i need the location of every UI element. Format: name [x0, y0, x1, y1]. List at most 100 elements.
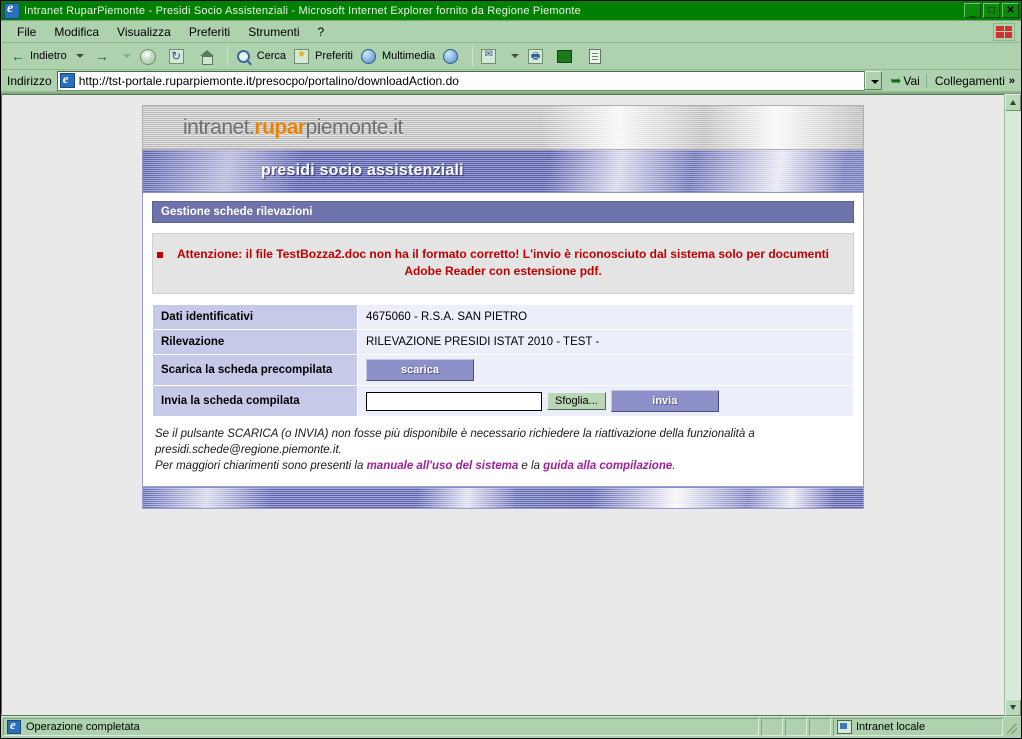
record-table: Dati identificativi 4675060 - R.S.A. SAN…	[152, 304, 854, 417]
media-icon	[360, 48, 379, 65]
search-button[interactable]: Cerca	[232, 45, 290, 67]
back-history-dropdown-icon[interactable]	[75, 54, 84, 58]
help-notes: Se il pulsante SCARICA (o INVIA) non fos…	[152, 426, 854, 474]
links-button[interactable]: Collegamenti »	[925, 73, 1019, 88]
forward-button[interactable]: →	[89, 45, 118, 67]
row-value-rilevazione: RILEVAZIONE PRESIDI ISTAT 2010 - TEST -	[357, 329, 854, 355]
menu-item-help[interactable]: ?	[309, 23, 334, 41]
logo-brand: rupar	[254, 115, 306, 139]
chevron-down-icon[interactable]	[865, 71, 883, 90]
alert-message-box: Attenzione: il file TestBozza2.doc non h…	[152, 233, 854, 294]
back-button[interactable]: ← Indietro	[5, 45, 71, 67]
status-panel-1	[761, 718, 783, 736]
resize-grip[interactable]	[1005, 718, 1019, 736]
messenger-icon	[557, 48, 575, 65]
table-row: Invia la scheda compilata Sfoglia... inv…	[152, 385, 854, 417]
menu-item-preferiti[interactable]: Preferiti	[180, 23, 239, 41]
arrow-right-icon: →	[94, 47, 109, 64]
favorites-button-label: Preferiti	[315, 50, 353, 62]
download-button[interactable]: scarica	[366, 359, 474, 381]
scroll-down-icon[interactable]	[1005, 699, 1021, 716]
scrollbar-track[interactable]	[1005, 111, 1021, 699]
media-button-label: Multimedia	[381, 50, 436, 62]
history-button[interactable]	[439, 45, 468, 67]
note-line-3-post: .	[672, 460, 676, 472]
chevron-double-right-icon: »	[1008, 74, 1015, 87]
note-line-2: presidi.schede@regione.piemonte.it.	[155, 444, 342, 456]
ie-page-icon	[59, 71, 75, 88]
alert-message-text: Attenzione: il file TestBozza2.doc non h…	[176, 247, 830, 278]
menu-item-strumenti[interactable]: Strumenti	[239, 23, 308, 41]
site-logo: intranet.ruparpiemonte.it	[183, 116, 403, 140]
vertical-scrollbar[interactable]	[1004, 94, 1021, 716]
maximize-button[interactable]: □	[983, 3, 1000, 18]
address-url-text: http://tst-portale.ruparpiemonte.it/pres…	[78, 73, 459, 88]
browser-window: Intranet RuparPiemonte - Presidi Socio A…	[0, 0, 1022, 739]
scroll-up-icon[interactable]	[1005, 94, 1021, 111]
ie-logo-icon	[4, 1, 20, 19]
submit-button[interactable]: invia	[610, 390, 719, 412]
security-zone-panel[interactable]: Intranet locale	[833, 718, 1003, 736]
messenger-button[interactable]	[553, 45, 582, 67]
go-arrow-icon: ➥	[890, 72, 902, 88]
close-button[interactable]: ✕	[1002, 3, 1019, 18]
address-input[interactable]: http://tst-portale.ruparpiemonte.it/pres…	[56, 70, 866, 91]
page-content: Gestione schede rilevazioni Attenzione: …	[142, 193, 864, 487]
home-icon	[198, 48, 216, 65]
table-row: Rilevazione RILEVAZIONE PRESIDI ISTAT 20…	[152, 329, 854, 355]
mail-button[interactable]	[477, 45, 506, 67]
browser-viewport: intranet.ruparpiemonte.it presidi socio …	[1, 93, 1021, 716]
row-value-invia: Sfoglia... invia	[357, 385, 854, 417]
row-label-rilevazione: Rilevazione	[152, 329, 358, 355]
close-icon: ✕	[1006, 5, 1015, 16]
row-label-dati-identificativi: Dati identificativi	[152, 304, 358, 330]
menu-item-modifica[interactable]: Modifica	[45, 23, 108, 41]
table-row: Dati identificativi 4675060 - R.S.A. SAN…	[152, 304, 854, 330]
arrow-left-icon: ←	[11, 47, 25, 64]
page-content-area: intranet.ruparpiemonte.it presidi socio …	[1, 94, 1004, 716]
window-controls: _ □ ✕	[964, 3, 1019, 18]
browse-button[interactable]: Sfoglia...	[547, 392, 606, 410]
window-title: Intranet RuparPiemonte - Presidi Socio A…	[24, 4, 581, 17]
menu-item-file[interactable]: File	[8, 23, 45, 41]
status-message: Operazione completata	[26, 721, 140, 733]
web-page: intranet.ruparpiemonte.it presidi socio …	[142, 105, 864, 509]
note-line-3: Per maggiori chiarimenti sono presenti l…	[155, 458, 854, 474]
logo-prefix: intranet.	[183, 115, 255, 139]
minimize-button[interactable]: _	[964, 3, 981, 18]
intranet-zone-icon	[837, 720, 852, 734]
row-value-scarica: scarica	[357, 354, 854, 386]
status-bar: Operazione completata Intranet locale	[1, 716, 1021, 738]
status-panel-3	[809, 718, 831, 736]
go-button[interactable]: ➥ Vai	[882, 73, 925, 89]
go-button-label: Vai	[903, 73, 920, 88]
favorites-button[interactable]: Preferiti	[290, 45, 357, 67]
guide-link[interactable]: guida alla compilazione	[543, 460, 672, 472]
section-header: Gestione schede rilevazioni	[152, 201, 854, 223]
edit-button[interactable]	[582, 45, 611, 67]
manual-link[interactable]: manuale all'uso del sistema	[367, 460, 519, 472]
history-globe-icon	[443, 48, 461, 65]
search-icon	[236, 48, 254, 65]
media-button[interactable]: Multimedia	[357, 45, 439, 67]
square-bullet-icon	[157, 252, 163, 258]
forward-history-dropdown-icon	[122, 54, 131, 58]
printer-icon	[528, 48, 546, 66]
table-row: Scarica la scheda precompilata scarica	[152, 354, 854, 386]
status-message-panel: Operazione completata	[3, 717, 759, 736]
site-logo-banner: intranet.ruparpiemonte.it	[142, 105, 864, 150]
file-path-input[interactable]	[366, 391, 542, 411]
mail-icon	[481, 48, 499, 65]
alert-message: Attenzione: il file TestBozza2.doc non h…	[157, 246, 833, 280]
toolbar-separator-2	[472, 46, 474, 66]
stop-button[interactable]	[136, 45, 165, 67]
page-title: presidi socio assistenziali	[261, 162, 464, 179]
note-line-1: Se il pulsante SCARICA (o INVIA) non fos…	[155, 428, 755, 440]
home-button[interactable]	[194, 45, 223, 67]
search-button-label: Cerca	[256, 50, 287, 62]
print-button[interactable]	[524, 45, 553, 67]
mail-dropdown-icon[interactable]	[511, 54, 520, 58]
refresh-button[interactable]	[165, 45, 194, 67]
menu-item-visualizza[interactable]: Visualizza	[108, 23, 180, 41]
logo-suffix: piemonte.it	[305, 115, 404, 139]
